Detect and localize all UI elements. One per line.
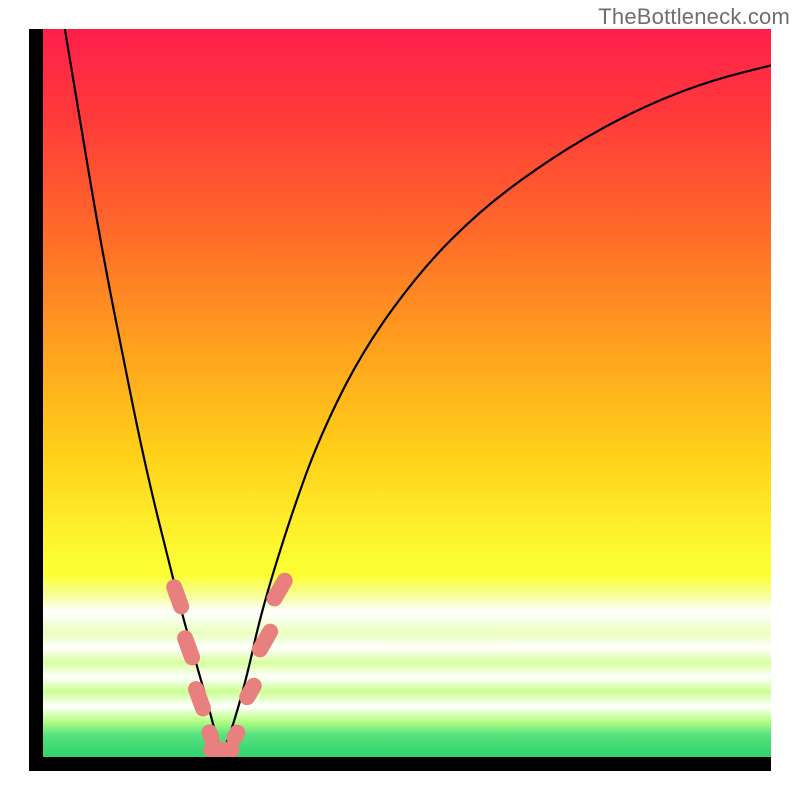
- curve-marker: [186, 679, 213, 719]
- bottleneck-curve: [43, 29, 771, 757]
- plot-area: [43, 29, 771, 757]
- chart-canvas: TheBottleneck.com: [0, 0, 800, 800]
- watermark-text: TheBottleneck.com: [598, 4, 790, 30]
- curve-marker: [236, 675, 264, 708]
- plot-frame: [29, 29, 771, 771]
- curve-marker: [164, 577, 191, 617]
- curve-marker: [175, 628, 202, 668]
